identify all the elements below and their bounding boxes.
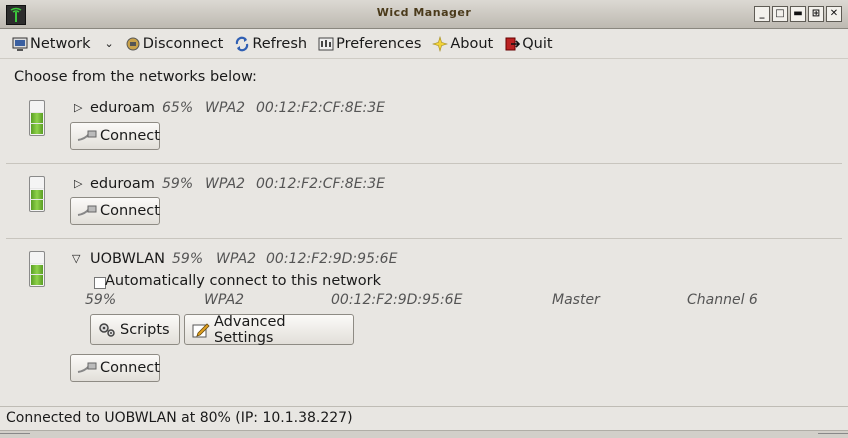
plug-cable-icon <box>77 128 97 144</box>
about-button[interactable]: About <box>428 31 497 57</box>
network-essid: UOBWLAN <box>90 251 165 267</box>
network-strength: 59% <box>162 176 194 192</box>
network-encryption: WPA2 <box>216 251 257 267</box>
advanced-settings-label: Advanced Settings <box>214 313 286 346</box>
restore-button[interactable]: □ <box>772 6 788 22</box>
preferences-label: Preferences <box>336 35 422 52</box>
refresh-label: Refresh <box>252 35 308 52</box>
edit-pencil-icon <box>191 322 211 338</box>
window-controls: _ □ ▬ ⊞ ✕ <box>754 6 842 22</box>
shade-button[interactable]: ▬ <box>790 6 806 22</box>
unplug-icon <box>125 36 141 52</box>
network-bssid: 00:12:F2:CF:8E:3E <box>256 176 386 192</box>
network-entry-2: ▽ UOBWLAN 59% WPA2 00:12:F2:9D:95:6E Aut… <box>6 239 842 385</box>
wicd-window: Wicd Manager _ □ ▬ ⊞ ✕ Network ⌄ Disconn… <box>0 0 848 438</box>
minimize-button[interactable]: _ <box>754 6 770 22</box>
connect-button[interactable]: Connect <box>70 122 160 150</box>
disconnect-label: Disconnect <box>142 35 224 52</box>
detail-encryption: WPA2 <box>204 292 245 308</box>
plug-cable-icon <box>77 203 97 219</box>
exit-door-icon <box>504 36 521 52</box>
disconnect-button[interactable]: Disconnect <box>121 31 228 57</box>
network-bssid: 00:12:F2:9D:95:6E <box>266 251 398 267</box>
collapse-arrow-icon[interactable]: ▽ <box>72 252 80 265</box>
window-title: Wicd Manager <box>376 6 472 19</box>
network-strength: 59% <box>172 251 204 267</box>
network-monitor-icon <box>12 36 28 52</box>
star-icon <box>432 35 449 52</box>
refresh-button[interactable]: Refresh <box>230 31 311 57</box>
preferences-button[interactable]: Preferences <box>314 31 425 57</box>
signal-strength-icon <box>29 100 45 136</box>
chevron-down-icon[interactable]: ⌄ <box>105 37 114 50</box>
network-list: Choose from the networks below: ▷ eduroa… <box>0 60 848 406</box>
network-essid: eduroam <box>90 176 155 192</box>
resize-grip-left[interactable] <box>0 433 30 438</box>
detail-channel: Channel 6 <box>687 292 758 308</box>
scripts-button[interactable]: Scripts <box>90 314 180 345</box>
resize-grip-right[interactable] <box>818 433 848 438</box>
detail-mode: Master <box>552 292 600 308</box>
network-strength: 65% <box>162 100 194 116</box>
plug-cable-icon <box>77 360 97 376</box>
network-encryption: WPA2 <box>205 100 246 116</box>
network-bssid: 00:12:F2:CF:8E:3E <box>256 100 386 116</box>
scripts-label: Scripts <box>120 321 170 338</box>
connect-button[interactable]: Connect <box>70 354 160 382</box>
network-encryption: WPA2 <box>205 176 246 192</box>
connect-button[interactable]: Connect <box>70 197 160 225</box>
about-label: About <box>450 35 494 52</box>
expand-arrow-icon[interactable]: ▷ <box>74 101 82 114</box>
expand-arrow-icon[interactable]: ▷ <box>74 177 82 190</box>
title-bar[interactable]: Wicd Manager _ □ ▬ ⊞ ✕ <box>0 0 848 29</box>
network-list-heading: Choose from the networks below: <box>14 69 257 85</box>
signal-strength-icon <box>29 251 45 287</box>
network-entry-0: ▷ eduroam 65% WPA2 00:12:F2:CF:8E:3E Con… <box>6 92 842 164</box>
network-details-row: 59% WPA2 00:12:F2:9D:95:6E Master Channe… <box>6 292 842 310</box>
network-label: Network <box>30 35 91 52</box>
quit-button[interactable]: Quit <box>500 31 556 57</box>
connect-label: Connect <box>100 360 160 376</box>
connect-label: Connect <box>100 128 160 144</box>
maximize-button[interactable]: ⊞ <box>808 6 824 22</box>
detail-bssid: 00:12:F2:9D:95:6E <box>331 292 463 308</box>
status-bar: Connected to UOBWLAN at 80% (IP: 10.1.38… <box>0 406 848 430</box>
auto-connect-label[interactable]: Automatically connect to this network <box>105 273 381 289</box>
network-essid: eduroam <box>90 100 155 116</box>
preferences-panel-icon <box>318 36 334 52</box>
network-menu-button[interactable]: Network ⌄ <box>8 31 118 57</box>
close-button[interactable]: ✕ <box>826 6 842 22</box>
signal-strength-icon <box>29 176 45 212</box>
quit-label: Quit <box>522 35 553 52</box>
gears-icon <box>97 322 117 338</box>
advanced-settings-button[interactable]: Advanced Settings <box>184 313 354 346</box>
connect-label: Connect <box>100 203 160 219</box>
network-entry-1: ▷ eduroam 59% WPA2 00:12:F2:CF:8E:3E Con… <box>6 164 842 239</box>
refresh-arrows-icon <box>234 36 250 52</box>
detail-strength: 59% <box>85 292 117 308</box>
toolbar: Network ⌄ Disconnect Refresh Preferences <box>0 29 848 59</box>
